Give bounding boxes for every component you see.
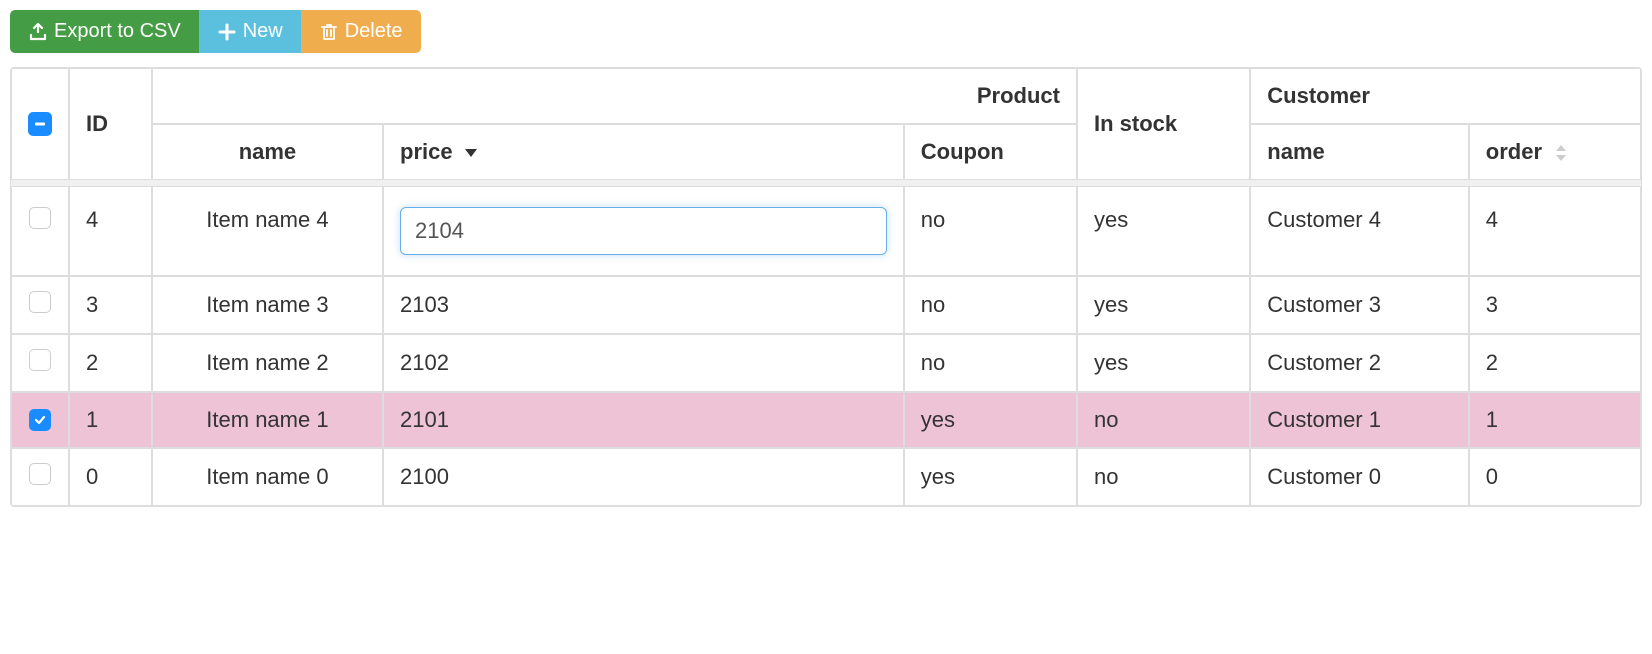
cell-customer-name[interactable]: Customer 3: [1250, 276, 1469, 334]
cell-id[interactable]: 2: [69, 334, 152, 392]
cell-id[interactable]: 3: [69, 276, 152, 334]
cell-coupon[interactable]: yes: [904, 448, 1077, 506]
toolbar: Export to CSV New Delete: [10, 10, 421, 53]
row-checkbox[interactable]: [29, 207, 51, 229]
cell-customer-name[interactable]: Customer 4: [1250, 186, 1469, 276]
header-customer-group: Customer: [1250, 68, 1641, 124]
row-checkbox[interactable]: [29, 349, 51, 371]
table-row: 3Item name 32103noyesCustomer 33: [11, 276, 1641, 334]
cell-coupon[interactable]: no: [904, 186, 1077, 276]
cell-in-stock[interactable]: no: [1077, 392, 1250, 448]
cell-id[interactable]: 0: [69, 448, 152, 506]
header-customer-name[interactable]: name: [1250, 124, 1469, 180]
cell-order[interactable]: 2: [1469, 334, 1641, 392]
header-product-name[interactable]: name: [152, 124, 383, 180]
header-customer-order[interactable]: order: [1469, 124, 1641, 180]
row-checkbox[interactable]: [29, 463, 51, 485]
header-id[interactable]: ID: [69, 68, 152, 180]
header-product-coupon[interactable]: Coupon: [904, 124, 1077, 180]
row-checkbox[interactable]: [29, 291, 51, 313]
cell-product-name[interactable]: Item name 2: [152, 334, 383, 392]
cell-customer-name[interactable]: Customer 1: [1250, 392, 1469, 448]
export-icon: [28, 22, 48, 42]
table-row: 2Item name 22102noyesCustomer 22: [11, 334, 1641, 392]
cell-product-name[interactable]: Item name 0: [152, 448, 383, 506]
cell-product-name[interactable]: Item name 4: [152, 186, 383, 276]
cell-coupon[interactable]: no: [904, 334, 1077, 392]
cell-in-stock[interactable]: yes: [1077, 276, 1250, 334]
cell-in-stock[interactable]: yes: [1077, 186, 1250, 276]
cell-price[interactable]: 2100: [383, 448, 904, 506]
export-csv-button[interactable]: Export to CSV: [10, 10, 199, 53]
header-select-all: [11, 68, 69, 180]
header-in-stock[interactable]: In stock: [1077, 68, 1250, 180]
data-table: ID Product In stock Customer name price …: [10, 67, 1642, 507]
cell-id[interactable]: 4: [69, 186, 152, 276]
row-checkbox[interactable]: [29, 409, 51, 431]
cell-order[interactable]: 4: [1469, 186, 1641, 276]
table-row: 4Item name 4noyesCustomer 44: [11, 186, 1641, 276]
cell-product-name[interactable]: Item name 3: [152, 276, 383, 334]
plus-icon: [217, 22, 237, 42]
cell-id[interactable]: 1: [69, 392, 152, 448]
header-product-group: Product: [152, 68, 1077, 124]
export-csv-label: Export to CSV: [54, 20, 181, 43]
cell-coupon[interactable]: yes: [904, 392, 1077, 448]
cell-coupon[interactable]: no: [904, 276, 1077, 334]
table-row: 0Item name 02100yesnoCustomer 00: [11, 448, 1641, 506]
header-product-price[interactable]: price: [383, 124, 904, 180]
cell-order[interactable]: 1: [1469, 392, 1641, 448]
sort-desc-icon: [465, 149, 477, 157]
cell-customer-name[interactable]: Customer 2: [1250, 334, 1469, 392]
delete-button[interactable]: Delete: [301, 10, 421, 53]
new-button[interactable]: New: [199, 10, 301, 53]
price-input[interactable]: [400, 207, 887, 255]
sort-both-icon: [1554, 145, 1568, 161]
table-row: 1Item name 12101yesnoCustomer 11: [11, 392, 1641, 448]
delete-label: Delete: [345, 20, 403, 43]
cell-order[interactable]: 3: [1469, 276, 1641, 334]
cell-price[interactable]: 2101: [383, 392, 904, 448]
select-all-checkbox[interactable]: [28, 112, 52, 136]
cell-customer-name[interactable]: Customer 0: [1250, 448, 1469, 506]
new-label: New: [243, 20, 283, 43]
trash-icon: [319, 22, 339, 42]
cell-order[interactable]: 0: [1469, 448, 1641, 506]
cell-price[interactable]: 2102: [383, 334, 904, 392]
cell-price[interactable]: 2103: [383, 276, 904, 334]
cell-in-stock[interactable]: no: [1077, 448, 1250, 506]
cell-product-name[interactable]: Item name 1: [152, 392, 383, 448]
cell-in-stock[interactable]: yes: [1077, 334, 1250, 392]
cell-price[interactable]: [383, 186, 904, 276]
header-order-label: order: [1486, 139, 1542, 164]
header-price-label: price: [400, 139, 453, 164]
